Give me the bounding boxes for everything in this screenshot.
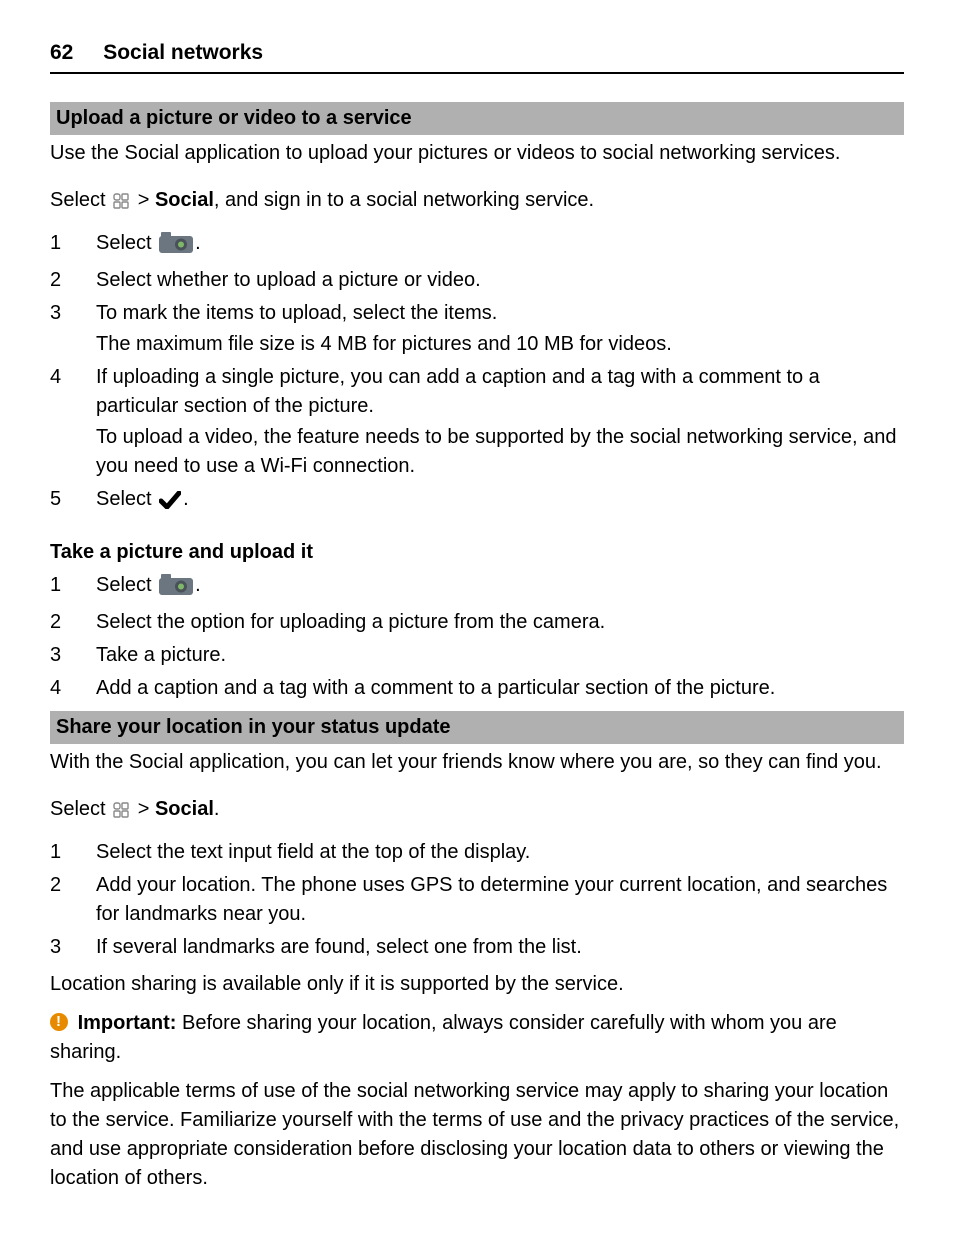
camera-icon [159,231,193,262]
text: Select whether to upload a picture or vi… [96,269,481,291]
step: If several landmarks are found, select o… [50,933,904,962]
step: Select . [50,571,904,604]
step: Select . [50,229,904,262]
social-label: Social [155,189,214,211]
text: Select the option for uploading a pictur… [96,611,605,633]
page-number: 62 [50,38,73,68]
camera-icon [159,573,193,604]
text: If several landmarks are found, select o… [96,936,582,958]
step: To mark the items to upload, select the … [50,299,904,359]
section-heading-upload: Upload a picture or video to a service [50,102,904,135]
text: Select [96,232,157,254]
text: . [195,574,201,596]
text: Select [50,798,111,820]
text: Select [96,488,157,510]
step: Add your location. The phone uses GPS to… [50,871,904,929]
section3-intro: With the Social application, you can let… [50,748,904,777]
step: If uploading a single picture, you can a… [50,363,904,481]
terms-paragraph: The applicable terms of use of the socia… [50,1077,904,1193]
text: Select the text input field at the top o… [96,841,530,863]
step-note: To upload a video, the feature needs to … [96,423,904,481]
step: Select . [50,485,904,518]
text: > [138,189,155,211]
step: Select the option for uploading a pictur… [50,608,904,637]
important-note: Important: Before sharing your location,… [50,1009,904,1067]
step: Add a caption and a tag with a comment t… [50,674,904,703]
section1-intro: Use the Social application to upload you… [50,139,904,168]
step-note: The maximum file size is 4 MB for pictur… [96,330,904,359]
apps-icon [113,799,130,828]
section1-select-line: Select > Social, and sign in to a social… [50,186,904,219]
text: To mark the items to upload, select the … [96,302,497,324]
step: Select the text input field at the top o… [50,838,904,867]
section3-select-line: Select > Social. [50,795,904,828]
step: Take a picture. [50,641,904,670]
social-label: Social [155,798,214,820]
section1-steps: Select . Select whether to upload a pict… [50,229,904,518]
apps-icon [113,190,130,219]
text: . [214,798,220,820]
section-heading-share-location: Share your location in your status updat… [50,711,904,744]
page-header: 62 Social networks [50,38,904,74]
text: If uploading a single picture, you can a… [96,366,820,417]
text: > [138,798,155,820]
important-label: Important: [78,1012,177,1034]
important-icon [50,1013,68,1031]
text: , and sign in to a social networking ser… [214,189,594,211]
text: Select [96,574,157,596]
check-icon [159,489,181,518]
text: Add your location. The phone uses GPS to… [96,874,887,925]
text: Select [50,189,111,211]
chapter-title: Social networks [103,41,263,64]
text: . [183,488,189,510]
section3-note: Location sharing is available only if it… [50,970,904,999]
text: . [195,232,201,254]
subheading-take-picture: Take a picture and upload it [50,538,904,567]
section3-steps: Select the text input field at the top o… [50,838,904,962]
text: Take a picture. [96,644,226,666]
text: Add a caption and a tag with a comment t… [96,677,775,699]
section2-steps: Select . Select the option for uploading… [50,571,904,703]
step: Select whether to upload a picture or vi… [50,266,904,295]
